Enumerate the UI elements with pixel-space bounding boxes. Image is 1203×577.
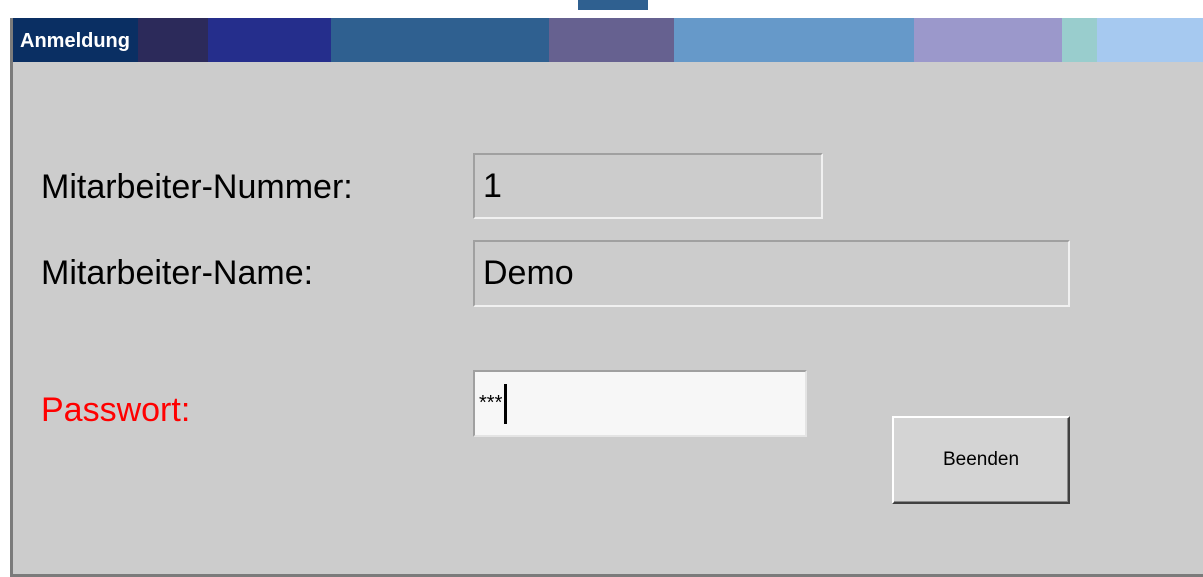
titlebar[interactable]: Anmeldung bbox=[13, 18, 1203, 62]
titlebar-segment bbox=[208, 18, 331, 62]
titlebar-segment bbox=[138, 18, 208, 62]
login-window: Anmeldung Mitarbeiter-Nummer: 1 Mitarbei… bbox=[10, 18, 1203, 577]
titlebar-segment bbox=[1097, 18, 1203, 62]
employee-number-label: Mitarbeiter-Nummer: bbox=[41, 168, 353, 206]
titlebar-segment bbox=[674, 18, 914, 62]
window-title: Anmeldung bbox=[20, 30, 130, 52]
text-caret bbox=[504, 383, 508, 424]
titlebar-segment bbox=[549, 18, 674, 62]
employee-name-label: Mitarbeiter-Name: bbox=[41, 254, 314, 292]
background-window-edge bbox=[578, 0, 648, 10]
quit-button[interactable]: Beenden bbox=[892, 416, 1070, 504]
password-input[interactable]: *** bbox=[473, 370, 807, 437]
titlebar-segment bbox=[914, 18, 1062, 62]
titlebar-segment bbox=[1062, 18, 1097, 62]
employee-number-field[interactable]: 1 bbox=[473, 153, 823, 219]
password-masked-value: *** bbox=[479, 392, 503, 414]
employee-name-field[interactable]: Demo bbox=[473, 240, 1070, 307]
titlebar-segment bbox=[331, 18, 549, 62]
password-label: Passwort: bbox=[41, 391, 191, 429]
